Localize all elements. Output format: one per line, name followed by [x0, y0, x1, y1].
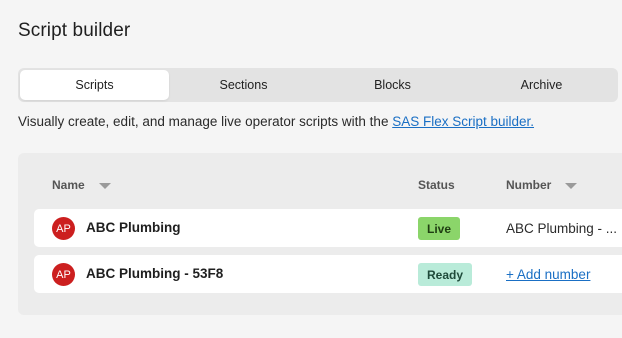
description-text: Visually create, edit, and manage live o…: [18, 114, 393, 129]
description: Visually create, edit, and manage live o…: [18, 114, 534, 129]
sas-flex-script-builder-link[interactable]: SAS Flex Script builder.: [392, 114, 534, 129]
column-header-number-label: Number: [506, 178, 552, 192]
avatar: AP: [52, 263, 75, 286]
add-number-link[interactable]: + Add number: [506, 267, 590, 282]
script-number: ABC Plumbing - ...: [506, 221, 618, 236]
column-header-number[interactable]: Number: [506, 178, 578, 192]
tab-sections[interactable]: Sections: [169, 70, 318, 100]
tab-blocks[interactable]: Blocks: [318, 70, 467, 100]
column-header-name[interactable]: Name: [52, 178, 111, 192]
tab-bar: Scripts Sections Blocks Archive: [18, 68, 618, 102]
tab-scripts[interactable]: Scripts: [20, 70, 169, 100]
chevron-down-icon[interactable]: [565, 183, 578, 189]
script-name[interactable]: ABC Plumbing - 53F8: [86, 266, 223, 281]
scripts-table: Name Status Number AP ABC Plumbing Live …: [18, 153, 622, 315]
status-badge: Live: [418, 217, 461, 240]
column-header-name-label: Name: [52, 178, 85, 192]
column-header-status: Status: [418, 178, 455, 192]
avatar: AP: [52, 217, 75, 240]
status-badge: Ready: [418, 263, 473, 286]
page-title: Script builder: [18, 20, 131, 41]
chevron-down-icon[interactable]: [98, 183, 111, 189]
script-name[interactable]: ABC Plumbing: [86, 220, 181, 235]
column-header-status-label: Status: [418, 178, 455, 192]
tab-archive[interactable]: Archive: [467, 70, 616, 100]
table-row[interactable]: AP ABC Plumbing Live ABC Plumbing - ...: [34, 209, 622, 247]
table-row[interactable]: AP ABC Plumbing - 53F8 Ready + Add numbe…: [34, 255, 622, 293]
